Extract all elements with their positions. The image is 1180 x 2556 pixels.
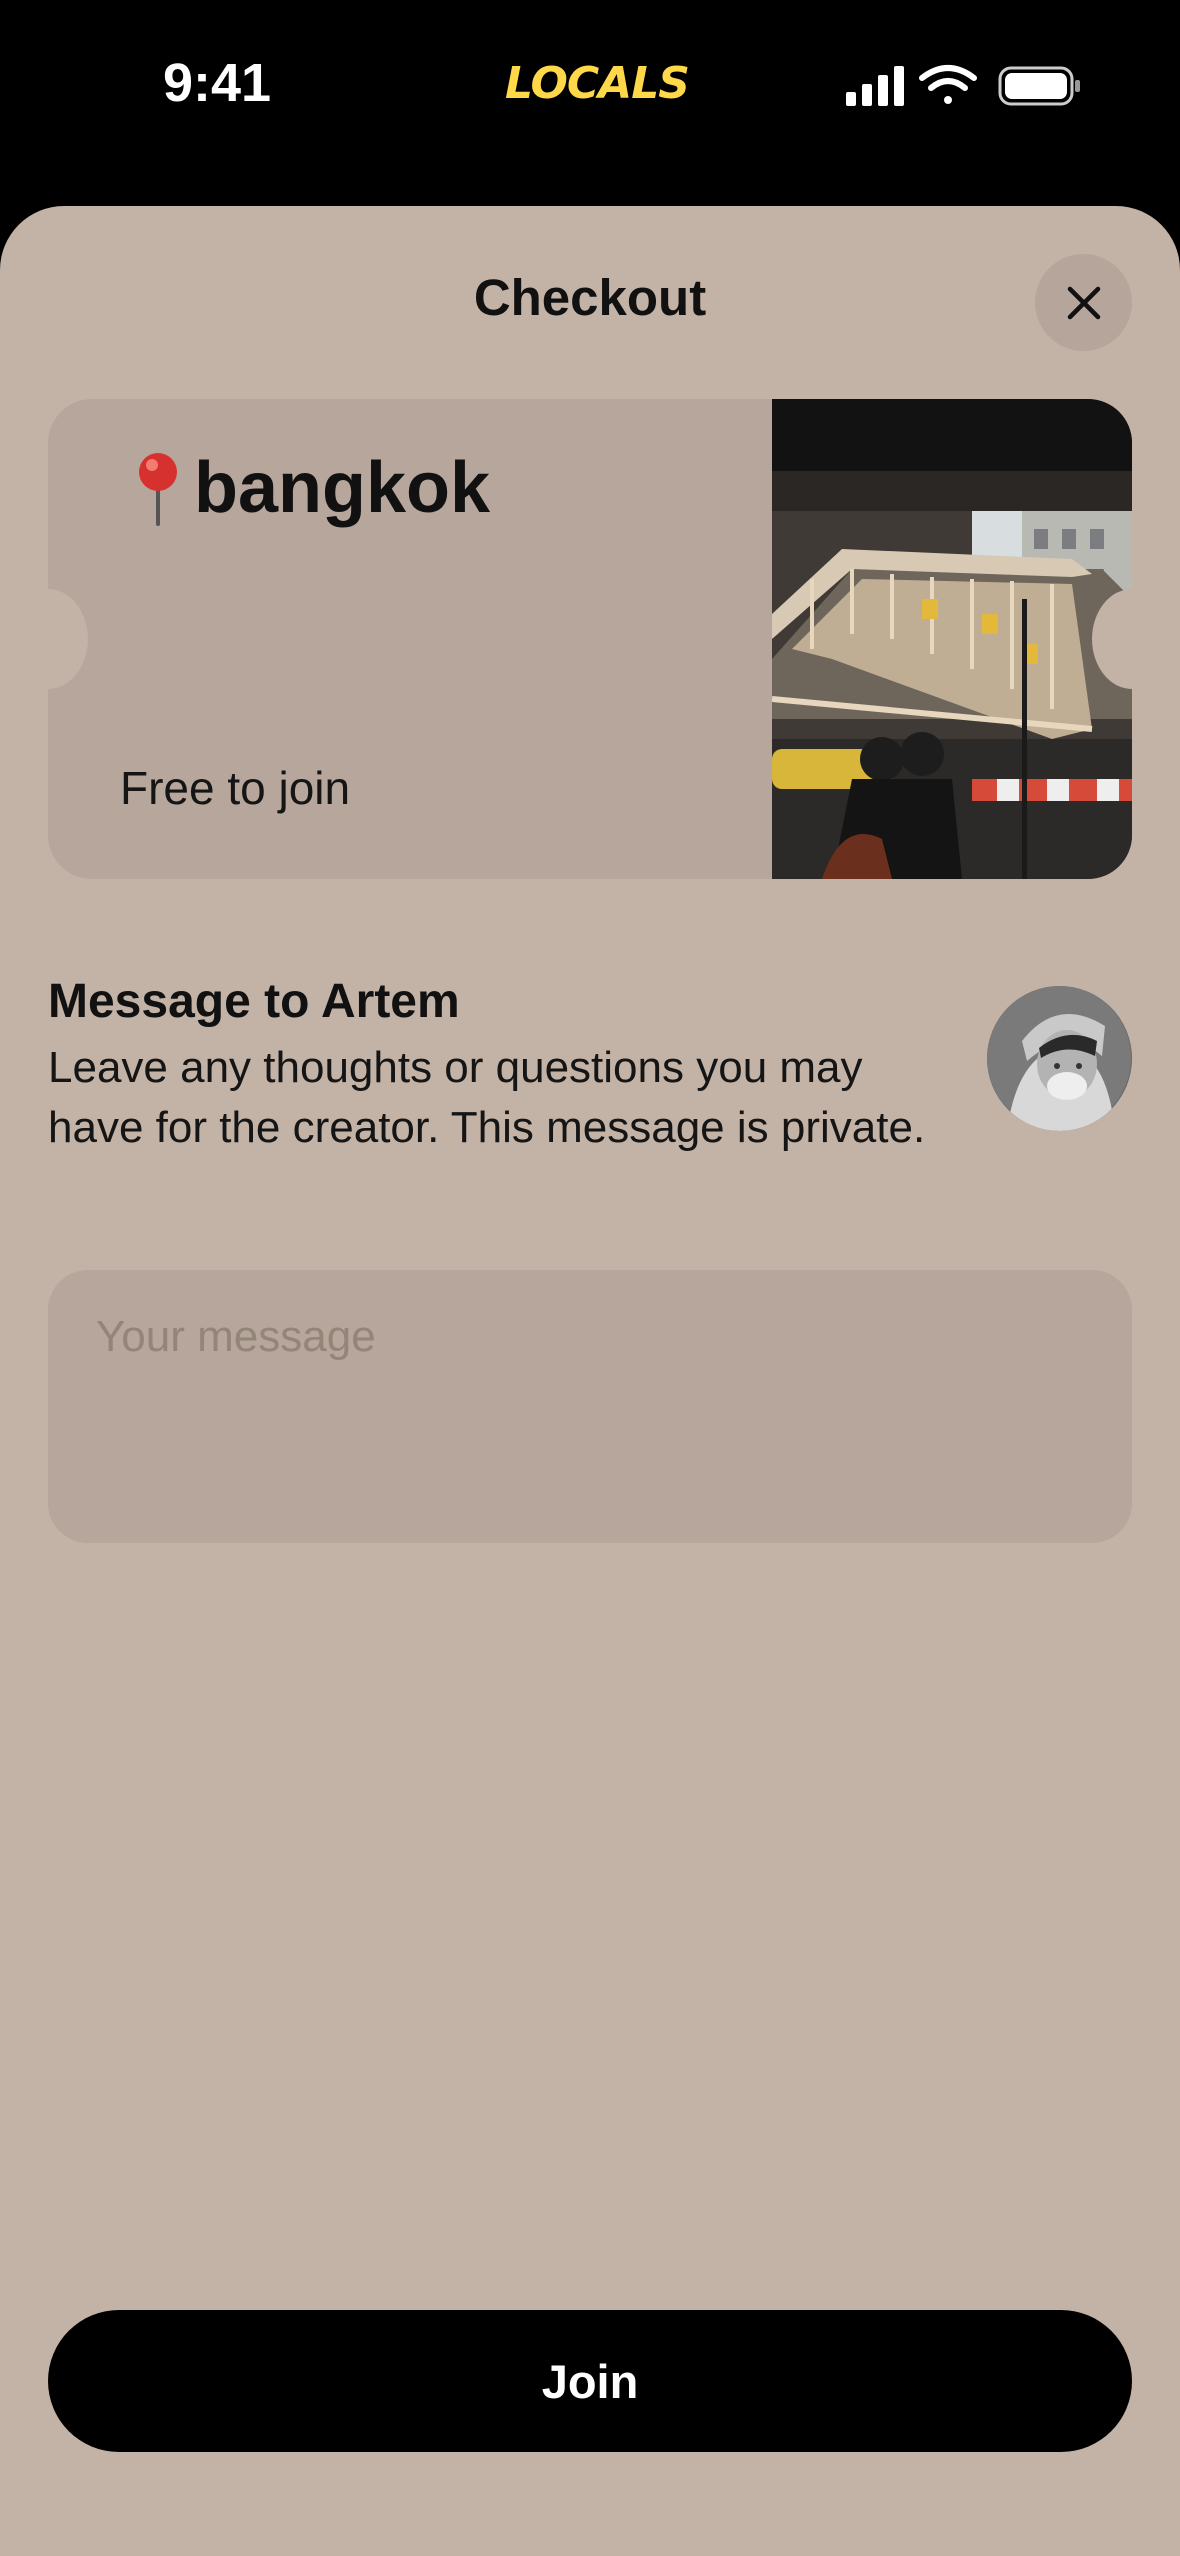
creator-avatar[interactable] — [987, 986, 1132, 1131]
checkout-sheet: Checkout bangkok Free to join Message to… — [0, 206, 1180, 2556]
battery-icon — [998, 66, 1080, 106]
message-heading: Message to Artem — [48, 975, 460, 1028]
event-name-label: bangkok — [194, 448, 491, 528]
message-input[interactable] — [48, 1270, 1132, 1543]
wifi-icon — [919, 65, 977, 104]
status-icons — [846, 65, 1080, 106]
close-icon — [1067, 286, 1100, 319]
status-bar: 9:41 LOCALS — [0, 0, 1180, 200]
event-photo — [772, 399, 1132, 879]
join-button[interactable]: Join — [48, 2310, 1132, 2452]
ticket-notch — [48, 589, 88, 689]
event-price: Free to join — [120, 762, 351, 814]
close-button[interactable] — [1035, 254, 1132, 351]
avatar-photo — [987, 986, 1132, 1131]
page-title: Checkout — [473, 269, 707, 326]
message-description: Leave any thoughts or questions you may … — [48, 1043, 926, 1152]
event-name: bangkok — [130, 447, 490, 529]
event-ticket-card[interactable]: bangkok Free to join — [48, 399, 1132, 879]
locals-logo: LOCALS — [505, 58, 690, 109]
status-time: 9:41 — [163, 53, 272, 113]
round-pushpin-icon — [139, 453, 177, 526]
cellular-signal-icon — [846, 66, 904, 106]
